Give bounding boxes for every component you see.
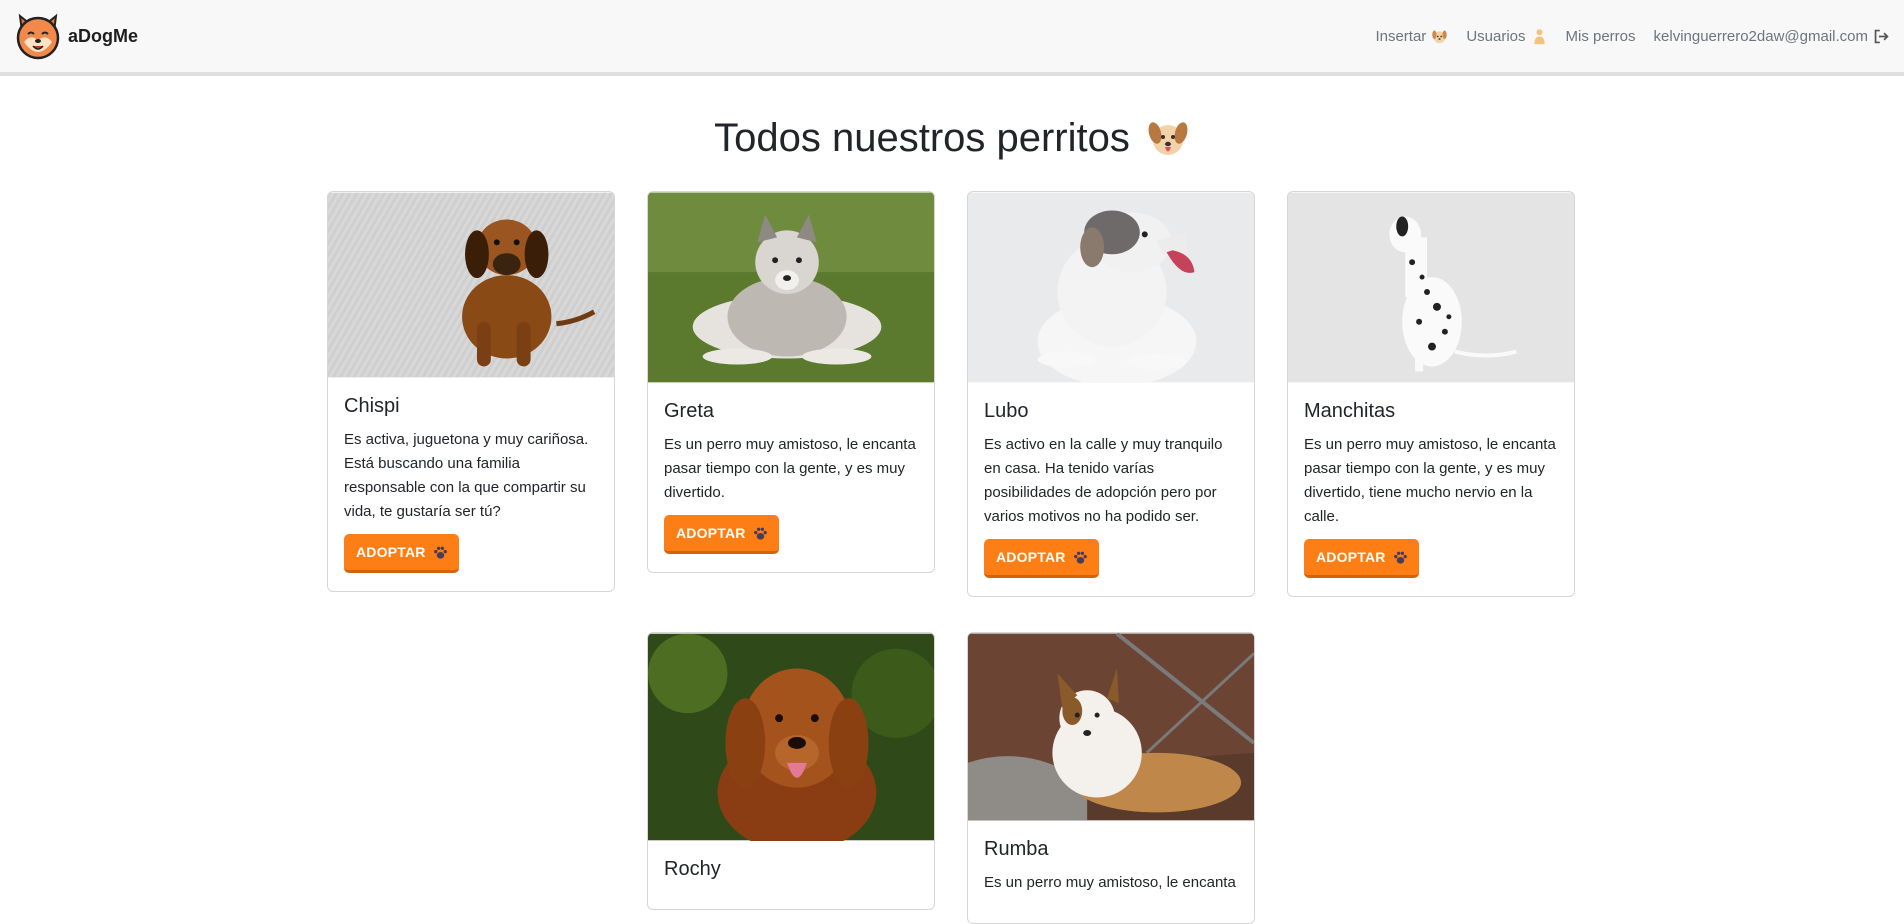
dog-card-body: Rochy: [648, 858, 934, 909]
dog-name: Manchitas: [1304, 400, 1396, 422]
dog-name: Rumba: [984, 838, 1049, 860]
dog-description: Es activo en la calle y muy tranquilo en…: [984, 436, 1223, 525]
dog-card-body: Rumba Es un perro muy amistoso, le encan…: [968, 838, 1254, 923]
dog-description: Es un perro muy amistoso, le encanta: [984, 874, 1236, 891]
adopt-button-label: ADOPTAR: [1316, 549, 1386, 565]
nav-links: Insertar Usuarios Mis perros kelvinguerr…: [1375, 28, 1890, 45]
dog-description: Es un perro muy amistoso, le encanta pas…: [664, 436, 916, 501]
brand-name: aDogMe: [68, 25, 139, 46]
adopt-button-label: ADOPTAR: [996, 549, 1066, 565]
nav-insertar-label: Insertar: [1375, 27, 1427, 45]
dog-card: Manchitas Es un perro muy amistoso, le e…: [1287, 191, 1575, 597]
navbar: aDogMe Insertar Usuarios Mis perros kelv…: [0, 0, 1904, 76]
brand-link[interactable]: aDogMe: [12, 10, 138, 62]
nav-mis-perros-label: Mis perros: [1565, 27, 1636, 45]
dog-photo: [1288, 192, 1574, 383]
adopt-button[interactable]: ADOPTAR: [1304, 539, 1419, 578]
nav-insertar[interactable]: Insertar: [1375, 28, 1448, 45]
nav-usuarios-label: Usuarios: [1466, 27, 1526, 45]
paw-icon: [1393, 551, 1407, 564]
dog-name: Chispi: [344, 395, 400, 417]
nav-usuarios[interactable]: Usuarios: [1466, 28, 1547, 45]
paw-icon: [1073, 551, 1087, 564]
dog-card: Chispi Es activa, juguetona y muy cariño…: [327, 191, 615, 592]
nav-user-email: kelvinguerrero2daw@gmail.com: [1653, 27, 1868, 45]
dog-photo: [328, 192, 614, 378]
dog-face-icon: [1148, 122, 1188, 155]
dog-description: Es un perro muy amistoso, le encanta pas…: [1304, 436, 1556, 525]
dog-card: Rumba Es un perro muy amistoso, le encan…: [967, 632, 1255, 924]
page-title-text: Todos nuestros perritos: [714, 115, 1130, 160]
dog-card-body: Manchitas Es un perro muy amistoso, le e…: [1288, 400, 1574, 596]
adopt-button-label: ADOPTAR: [676, 525, 746, 541]
adopt-button-label: ADOPTAR: [356, 544, 426, 560]
dog-card-body: Lubo Es activo en la calle y muy tranqui…: [968, 400, 1254, 596]
dog-card: Rochy: [647, 632, 935, 910]
dog-card: Greta Es un perro muy amistoso, le encan…: [647, 191, 935, 573]
adopt-button[interactable]: ADOPTAR: [664, 515, 779, 554]
dog-name: Greta: [664, 400, 715, 422]
dog-name: Lubo: [984, 400, 1029, 422]
logout-icon: [1874, 29, 1889, 43]
shiba-dog-logo-icon: [16, 13, 60, 60]
paw-icon: [433, 546, 447, 559]
paw-icon: [753, 527, 767, 540]
dog-photo: [648, 633, 934, 841]
page-title: Todos nuestros perritos: [0, 114, 1904, 162]
adopt-button[interactable]: ADOPTAR: [984, 539, 1099, 578]
dog-face-icon: [1432, 30, 1448, 43]
nav-user-logout[interactable]: kelvinguerrero2daw@gmail.com: [1654, 28, 1890, 45]
dog-photo: [968, 192, 1254, 383]
person-icon: [1533, 28, 1545, 44]
dog-name: Rochy: [664, 858, 721, 880]
adopt-button[interactable]: ADOPTAR: [344, 534, 459, 573]
dog-photo: [968, 633, 1254, 821]
dog-card-body: Greta Es un perro muy amistoso, le encan…: [648, 400, 934, 572]
dog-description: Es activa, juguetona y muy cariñosa. Est…: [344, 431, 589, 520]
nav-mis-perros[interactable]: Mis perros: [1566, 28, 1636, 45]
dog-card-body: Chispi Es activa, juguetona y muy cariño…: [328, 395, 614, 591]
dog-card: Lubo Es activo en la calle y muy tranqui…: [967, 191, 1255, 597]
dog-photo: [648, 192, 934, 383]
